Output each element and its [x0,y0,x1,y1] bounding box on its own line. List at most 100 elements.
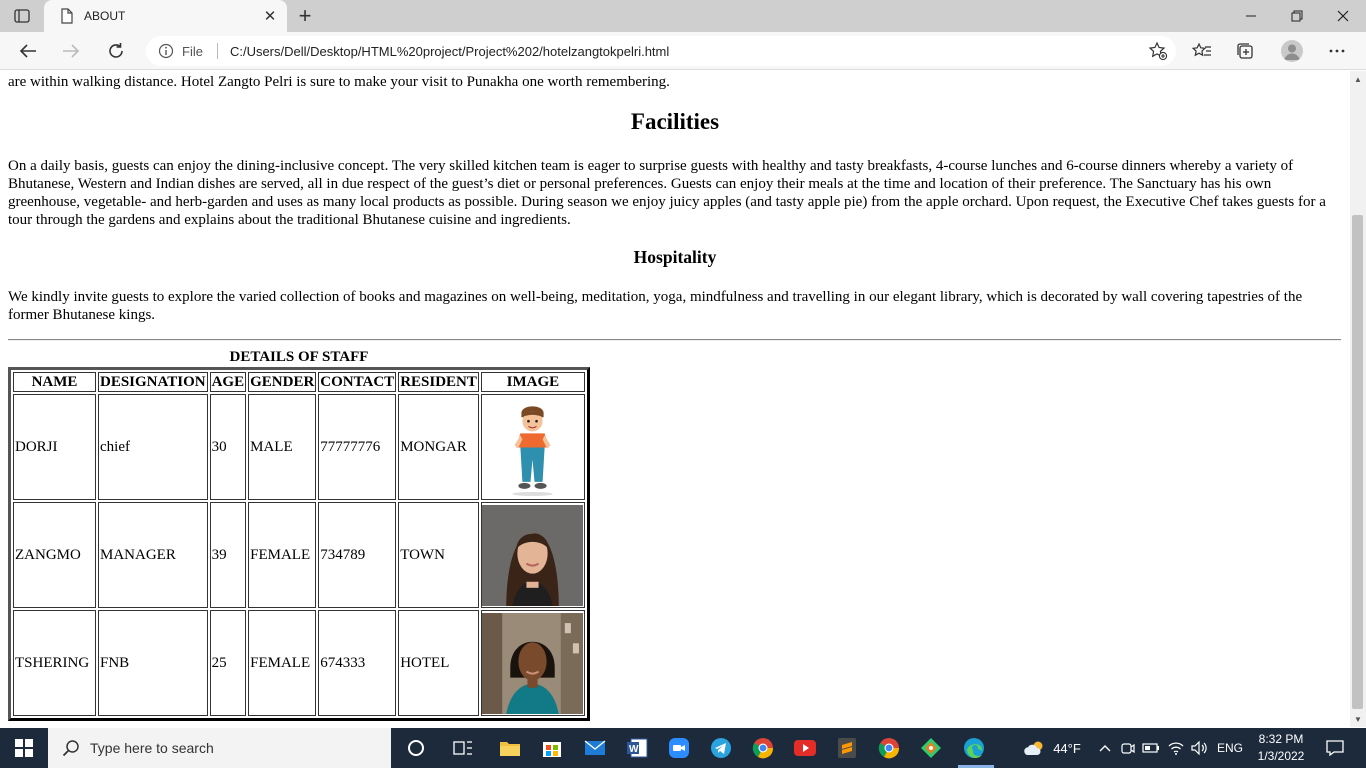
volume-icon[interactable] [1189,728,1211,768]
cell-resident: TOWN [398,502,479,608]
svg-text:W: W [629,744,639,755]
store-icon[interactable] [534,732,570,764]
column-header-contact: CONTACT [318,372,397,392]
taskbar-search-box[interactable]: Type here to search [48,728,391,768]
weather-temperature[interactable]: 44°F [1050,728,1084,768]
weather-icon[interactable] [1022,728,1048,768]
facilities-heading: Facilities [630,109,720,134]
edge-icon[interactable] [956,732,992,764]
table-header-row: NAME DESIGNATION AGE GENDER CONTACT RESI… [13,372,585,392]
cell-age: 39 [209,502,247,608]
column-header-designation: DESIGNATION [98,372,208,392]
chevron-up-icon[interactable] [1095,728,1115,768]
wifi-icon[interactable] [1165,728,1187,768]
column-header-image: IMAGE [480,372,585,392]
close-tab-icon[interactable]: ✕ [257,3,283,29]
cell-name: DORJI [13,394,96,500]
woman-street-portrait-image [482,612,584,714]
facilities-paragraph: On a daily basis, guests can enjoy the d… [8,158,1326,228]
back-arrow-icon[interactable] [12,36,44,66]
document-icon [60,8,74,24]
favorites-icon[interactable] [1186,36,1218,66]
scroll-up-arrow-icon[interactable]: ▲ [1350,71,1366,87]
cell-contact: 77777776 [318,394,397,500]
new-tab-icon[interactable]: + [292,3,318,28]
woman-portrait-image [482,504,584,606]
profile-avatar[interactable] [1281,40,1303,62]
cell-resident: HOTEL [398,610,479,716]
windows-icon [15,739,33,757]
refresh-icon[interactable] [100,36,132,66]
collections-icon[interactable] [1229,36,1261,66]
task-view-icon[interactable] [445,732,481,764]
language-indicator[interactable]: ENG [1214,728,1246,768]
youtube-icon[interactable] [787,732,823,764]
zoom-icon[interactable] [661,732,697,764]
cell-name: TSHERING [13,610,96,716]
system-clock[interactable]: 8:32 PM 1/3/2022 [1250,731,1312,765]
search-placeholder: Type here to search [90,740,214,756]
cell-contact: 734789 [318,502,397,608]
address-bar[interactable]: File C:/Users/Dell/Desktop/HTML%20projec… [146,36,1176,66]
clock-time: 8:32 PM [1258,732,1304,746]
column-header-resident: RESIDENT [398,372,479,392]
chrome-icon[interactable] [871,732,907,764]
intro-paragraph: are within walking distance. Hotel Zangt… [8,74,670,90]
cell-gender: FEMALE [248,502,317,608]
mail-icon[interactable] [577,732,613,764]
cortana-icon[interactable] [398,732,434,764]
cell-designation: FNB [98,610,208,716]
restore-icon[interactable] [1274,0,1320,32]
cell-image [480,610,585,716]
page-content: are within walking distance. Hotel Zangt… [0,71,1350,727]
scroll-down-arrow-icon[interactable]: ▼ [1350,711,1366,727]
minimize-icon[interactable] [1228,0,1274,32]
cartoon-boy-image [482,396,584,498]
table-caption: DETAILS OF STAFF [229,349,369,365]
clock-date: 1/3/2022 [1257,749,1305,763]
staff-table: DETAILS OF STAFF NAME DESIGNATION AGE GE… [8,349,590,721]
tab-about[interactable]: ABOUT ✕ [44,0,287,32]
more-menu-icon[interactable] [1321,36,1353,66]
chrome-icon[interactable] [745,732,781,764]
cell-gender: FEMALE [248,610,317,716]
file-label: File [182,43,203,59]
cell-age: 25 [209,610,247,716]
git-kraken-icon[interactable] [913,732,949,764]
table-row: ZANGMO MANAGER 39 FEMALE 734789 TOWN [13,502,585,608]
vertical-scrollbar[interactable]: ▲ ▼ [1350,71,1366,727]
tab-title: ABOUT [84,9,126,23]
url-text[interactable]: C:/Users/Dell/Desktop/HTML%20project/Pro… [230,44,669,59]
battery-icon[interactable] [1140,728,1162,768]
hospitality-heading: Hospitality [633,247,717,267]
word-icon[interactable]: W [619,732,655,764]
start-button[interactable] [0,728,48,768]
cell-name: ZANGMO [13,502,96,608]
taskbar: Type here to search W 44°F ENG 8:32 PM 1… [0,728,1366,768]
cell-contact: 674333 [318,610,397,716]
cell-image [480,394,585,500]
sublime-text-icon[interactable] [829,732,865,764]
scrollbar-thumb[interactable] [1352,215,1363,709]
column-header-age: AGE [209,372,247,392]
notifications-icon[interactable] [1320,728,1350,768]
hospitality-paragraph: We kindly invite guests to explore the v… [8,289,1303,323]
tab-actions-icon[interactable] [10,6,34,26]
cell-designation: chief [98,394,208,500]
file-explorer-icon[interactable] [492,732,528,764]
table-row: TSHERING FNB 25 FEMALE 674333 HOTEL [13,610,585,716]
telegram-icon[interactable] [703,732,739,764]
browser-toolbar: File C:/Users/Dell/Desktop/HTML%20projec… [0,32,1366,70]
forward-arrow-icon[interactable] [55,36,87,66]
search-icon [62,739,80,757]
horizontal-rule [8,339,1341,341]
meet-now-icon[interactable] [1118,728,1138,768]
add-favorite-icon[interactable] [1148,41,1168,61]
info-icon[interactable] [158,43,174,59]
cell-gender: MALE [248,394,317,500]
cell-age: 30 [209,394,247,500]
cell-resident: MONGAR [398,394,479,500]
table-row: DORJI chief 30 MALE 77777776 MONGAR [13,394,585,500]
cell-designation: MANAGER [98,502,208,608]
close-window-icon[interactable] [1320,0,1366,32]
